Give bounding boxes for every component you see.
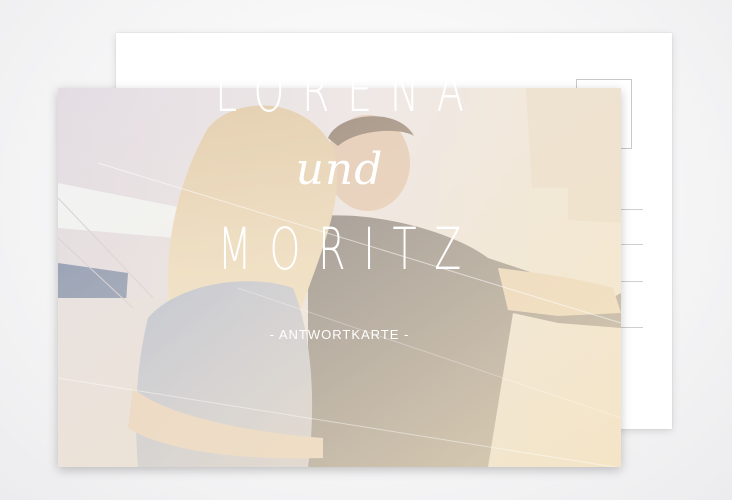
product-preview-stage: LORENA und MORITZ - ANTWORTKARTE -: [0, 0, 732, 500]
connector-word: und: [295, 144, 384, 195]
card-subtitle: - ANTWORTKARTE -: [269, 327, 410, 342]
address-line: [621, 327, 643, 328]
second-name: MORITZ: [217, 215, 479, 283]
address-line: [621, 244, 643, 245]
address-line: [621, 281, 643, 282]
address-line: [621, 209, 643, 210]
first-name: LORENA: [215, 57, 482, 125]
